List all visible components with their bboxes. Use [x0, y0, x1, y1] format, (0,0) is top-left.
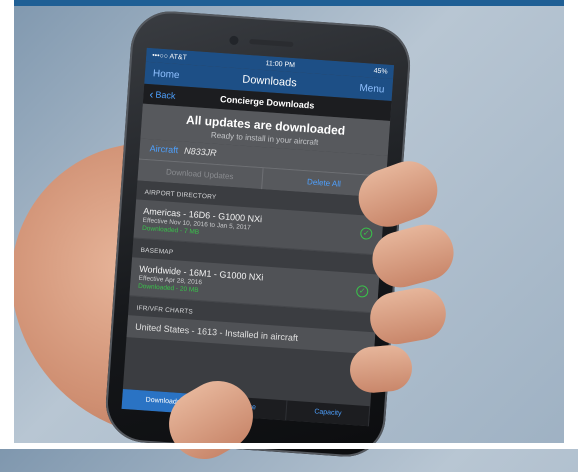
frame-left-border	[0, 0, 14, 449]
back-button[interactable]: ‹ Back	[149, 87, 200, 103]
clock-label: 11:00 PM	[265, 59, 296, 69]
front-camera	[229, 35, 239, 46]
aircraft-label: Aircraft	[149, 143, 179, 156]
frame-bottom-border	[0, 443, 578, 449]
back-label: Back	[155, 89, 176, 101]
home-button[interactable]: Home	[153, 68, 180, 81]
frame-top-border	[0, 0, 578, 6]
menu-button[interactable]: Menu	[359, 82, 385, 95]
battery-label: 45%	[373, 67, 388, 76]
chevron-left-icon: ‹	[149, 87, 154, 102]
earpiece-speaker	[249, 38, 294, 47]
nav-title: Downloads	[241, 73, 298, 90]
tab-capacity[interactable]: Capacity	[286, 400, 371, 427]
hand-finger	[348, 343, 414, 395]
frame-right-border	[564, 0, 578, 449]
carrier-label: •••○○ AT&T	[151, 51, 188, 62]
aircraft-value: N833JR	[183, 145, 217, 158]
